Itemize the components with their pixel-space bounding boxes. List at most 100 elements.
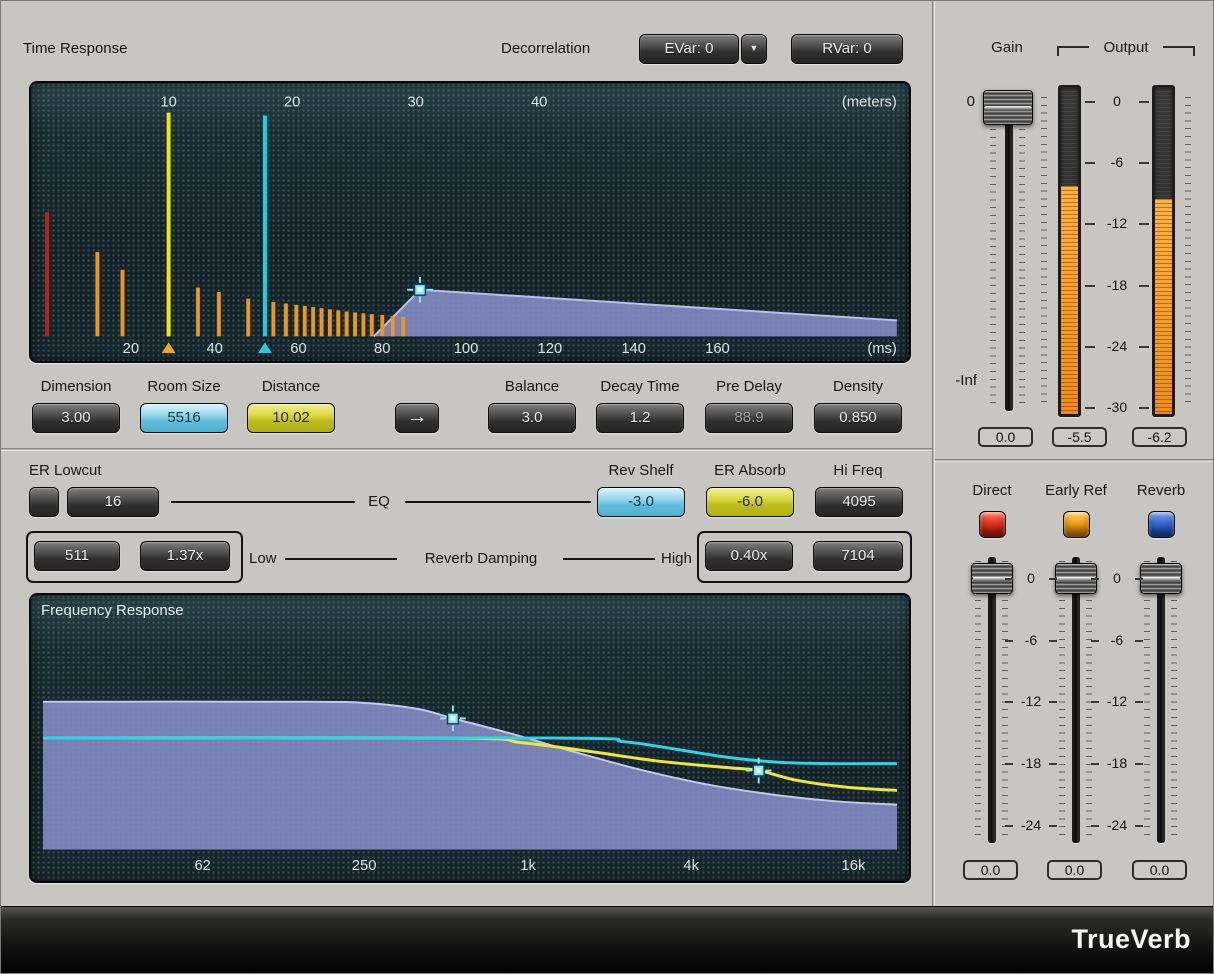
gain-tick-rail-right: [1019, 98, 1025, 406]
svg-text:60: 60: [290, 341, 306, 357]
mix-scale1-24: -24: [1011, 817, 1051, 833]
output-meter-left: [1058, 85, 1081, 417]
mix-scale1-0: 0: [1011, 570, 1051, 586]
svg-text:62: 62: [194, 858, 210, 874]
meter-scale-12: -12: [1093, 215, 1141, 231]
early-ref-readout[interactable]: 0.0: [1047, 860, 1102, 880]
damping-line-right: [563, 558, 655, 560]
param-label-dimension: Dimension: [21, 378, 131, 395]
damping-low-ratio-button[interactable]: 1.37x: [140, 541, 230, 571]
param-label-room-size: Room Size: [129, 378, 239, 395]
reverb-fader-track[interactable]: [1157, 557, 1165, 843]
rvar-button[interactable]: RVar: 0: [791, 34, 903, 64]
reverb-mute-button[interactable]: [1148, 511, 1175, 538]
svg-text:160: 160: [705, 341, 730, 357]
param-label-density: Density: [803, 378, 913, 395]
early-ref-fader-track[interactable]: [1072, 557, 1080, 843]
decay-time-value-button[interactable]: 1.2: [596, 403, 684, 433]
meter-tick-rail-right: [1185, 97, 1191, 407]
time-response-title: Time Response: [23, 40, 128, 57]
svg-text:30: 30: [407, 95, 423, 111]
direct-mute-button[interactable]: [979, 511, 1006, 538]
reverb-readout[interactable]: 0.0: [1132, 860, 1187, 880]
mix-scale2-24: -24: [1097, 817, 1137, 833]
evar-dropdown-button[interactable]: ▼: [741, 34, 767, 64]
divider: [1, 448, 934, 451]
meter-scale-0: 0: [1093, 93, 1141, 109]
reverb-fader-handle[interactable]: [1140, 563, 1182, 594]
time-response-graph[interactable]: 10203040(meters)20406080100120140160(ms): [29, 81, 911, 363]
output-bracket-right: [1163, 46, 1195, 56]
eq-line-left: [171, 501, 355, 503]
direct-label: Direct: [947, 482, 1037, 499]
er-lowcut-toggle[interactable]: [29, 487, 59, 517]
mix-scale2-18: -18: [1097, 755, 1137, 771]
gain-readout[interactable]: 0.0: [978, 427, 1033, 447]
mix-scale2-12: -12: [1097, 693, 1137, 709]
evar-button[interactable]: EVar: 0: [639, 34, 739, 64]
param-label-distance: Distance: [236, 378, 346, 395]
reverb-label: Reverb: [1116, 482, 1206, 499]
er-absorb-label: ER Absorb: [695, 462, 805, 479]
damping-high-ratio-button[interactable]: 0.40x: [705, 541, 793, 571]
hi-freq-value-button[interactable]: 4095: [815, 487, 903, 517]
direct-readout[interactable]: 0.0: [963, 860, 1018, 880]
output-meter-left-fill: [1061, 186, 1078, 414]
damping-line-left: [285, 558, 397, 560]
link-arrow-button[interactable]: →: [395, 403, 439, 433]
frequency-response-title: Frequency Response: [41, 602, 184, 619]
svg-text:1k: 1k: [520, 858, 536, 874]
damping-high-freq-button[interactable]: 7104: [813, 541, 903, 571]
svg-text:250: 250: [352, 858, 377, 874]
early-ref-mute-button[interactable]: [1063, 511, 1090, 538]
trueverb-logo: TrueVerb: [1071, 924, 1191, 955]
rev-shelf-label: Rev Shelf: [586, 462, 696, 479]
room-size-value-button[interactable]: 5516: [140, 403, 228, 433]
er-absorb-value-button[interactable]: -6.0: [706, 487, 794, 517]
reverb-tick-rail-left: [1144, 561, 1150, 837]
gain-tick-rail-left: [990, 98, 996, 406]
eq-line-right: [405, 501, 591, 503]
early-ref-tick-rail-right: [1086, 561, 1092, 837]
gain-fader-track[interactable]: [1005, 93, 1013, 411]
gain-fader-handle[interactable]: [983, 90, 1033, 125]
direct-fader-track[interactable]: [988, 557, 996, 843]
reverb-tick-rail-right: [1171, 561, 1177, 837]
output-meter-right-fill: [1155, 199, 1172, 414]
output-right-readout: -6.2: [1132, 427, 1187, 447]
bottom-bar: TrueVerb: [1, 906, 1214, 974]
param-label-pre-delay: Pre Delay: [694, 378, 804, 395]
er-lowcut-label: ER Lowcut: [29, 462, 102, 479]
damping-low-label: Low: [249, 550, 277, 567]
frequency-response-graph[interactable]: 622501k4k16k: [29, 593, 911, 883]
balance-value-button[interactable]: 3.0: [488, 403, 576, 433]
mix-scale1-18: -18: [1011, 755, 1051, 771]
time-response-plot[interactable]: 10203040(meters)20406080100120140160(ms): [31, 83, 909, 361]
pre-delay-value-button[interactable]: 88.9: [705, 403, 793, 433]
output-bracket-left: [1057, 46, 1089, 56]
svg-text:20: 20: [284, 95, 300, 111]
dimension-value-button[interactable]: 3.00: [32, 403, 120, 433]
distance-value-button[interactable]: 10.02: [247, 403, 335, 433]
svg-text:40: 40: [206, 341, 222, 357]
er-lowcut-value-button[interactable]: 16: [67, 487, 159, 517]
divider: [935, 459, 1214, 462]
early-ref-tick-rail-left: [1059, 561, 1065, 837]
svg-text:100: 100: [454, 341, 479, 357]
divider: [932, 1, 935, 906]
svg-text:40: 40: [531, 95, 547, 111]
svg-text:(ms): (ms): [867, 341, 897, 357]
reverb-damping-label: Reverb Damping: [403, 550, 559, 567]
output-left-readout: -5.5: [1052, 427, 1107, 447]
output-meter-right: [1152, 85, 1175, 417]
chevron-down-icon: ▼: [750, 43, 759, 53]
meter-scale-30: -30: [1093, 399, 1141, 415]
frequency-response-plot[interactable]: 622501k4k16k: [31, 595, 909, 881]
output-label: Output: [1091, 39, 1161, 56]
rev-shelf-value-button[interactable]: -3.0: [597, 487, 685, 517]
meter-scale-24: -24: [1093, 338, 1141, 354]
damping-low-freq-button[interactable]: 511: [34, 541, 120, 571]
density-value-button[interactable]: 0.850: [814, 403, 902, 433]
svg-text:80: 80: [374, 341, 390, 357]
param-label-decay-time: Decay Time: [585, 378, 695, 395]
